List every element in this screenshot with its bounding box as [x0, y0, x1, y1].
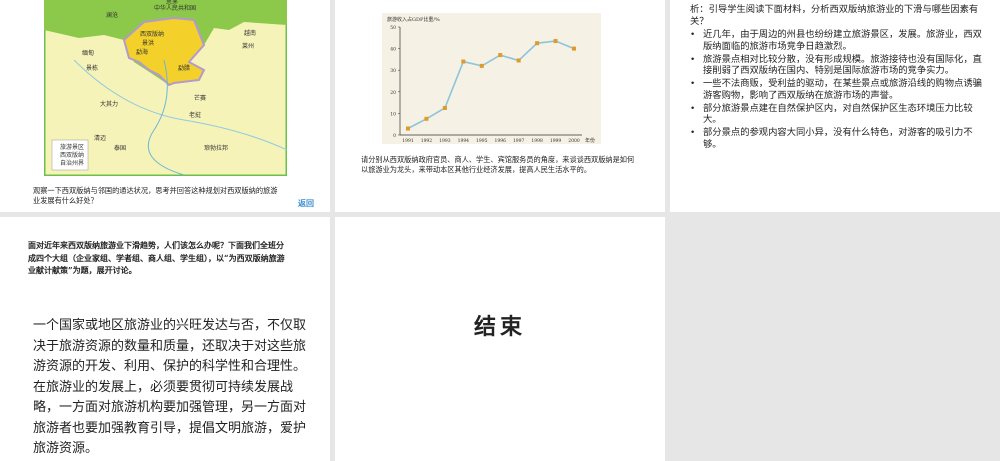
- map-label-daqili: 大其力: [100, 100, 118, 108]
- map-label-xsbn: 西双版纳: [140, 30, 164, 38]
- slide-thumbnail-end[interactable]: 结束: [335, 217, 665, 461]
- list-item: 一些不法商贩，受利益的驱动，在某些景点或旅游沿线的购物点诱骗游客购物，影响了西双…: [690, 78, 985, 101]
- map-label-vietnam: 越南: [244, 29, 256, 37]
- data-point: [516, 58, 521, 63]
- x-tick-label: 1993: [439, 138, 451, 144]
- map-label-laizhou: 莱州: [242, 42, 254, 50]
- x-tick-label: 1994: [458, 138, 470, 144]
- x-tick-label: 1996: [494, 138, 506, 144]
- x-tick-label: 1999: [550, 138, 562, 144]
- line-chart: 旅游收入占GDP比重/% 年份 0 10 20 30 40 50 1991 1992 1993 1…: [387, 16, 595, 144]
- map-label-thailand: 泰国: [114, 144, 126, 152]
- end-title: 结束: [473, 314, 526, 340]
- y-tick-label: 10: [390, 111, 396, 117]
- y-tick-label: 50: [390, 25, 396, 31]
- slide-caption: 观察一下西双版纳与邻国的通达状况，思考并回答这种规划对西双版纳的旅游业发展有什么…: [33, 186, 278, 205]
- map-label-menghai: 勐海: [136, 48, 148, 56]
- slide-thumbnail-map[interactable]: 中华人民共和国 思茅 澜沧 西双版纳 景洪 勐海 勐腊 缅甸 景栋 大其力 清迈…: [0, 0, 330, 212]
- y-axis-label: 旅游收入占GDP比重/%: [387, 16, 440, 23]
- data-point: [535, 41, 540, 46]
- map-label-langbo: 琅勃拉邦: [204, 144, 228, 152]
- factor-list: 近几年，由于周边的州县也纷纷建立旅游景区，发展。旅游业，西双版纳面临的旅游市场竞…: [690, 29, 985, 150]
- x-tick-label: 1992: [421, 138, 433, 144]
- y-tick-label: 40: [390, 47, 396, 53]
- y-tick-label: 20: [390, 90, 396, 96]
- summary-text: 一个国家或地区旅游业的兴旺发达与否，不仅取决于旅游资源的数量和质量，还取决于对这…: [33, 318, 307, 456]
- data-point: [553, 39, 558, 44]
- map-label-myanmar: 缅甸: [82, 49, 94, 57]
- map-label-mangxi: 芒赛: [194, 94, 206, 102]
- x-tick-label: 1997: [513, 138, 525, 144]
- slide-thumbnail-chart[interactable]: 旅游收入占GDP比重/% 年份 0 10 20 30 40 50 1991 1992 1993 1…: [335, 0, 665, 212]
- legend-item: 西双版纳: [60, 151, 84, 159]
- data-point: [498, 53, 503, 58]
- data-point: [461, 59, 466, 64]
- x-tick-label: 1991: [402, 138, 414, 144]
- x-tick-label: 2000: [568, 138, 580, 144]
- tourism-gdp-chart: 旅游收入占GDP比重/% 年份 0 10 20 30 40 50 1991 1992 1993 1…: [382, 13, 601, 144]
- map-label-laos: 老挝: [189, 111, 201, 119]
- legend-item: 旅游景区: [60, 143, 84, 151]
- data-point: [424, 116, 429, 121]
- map-label-simao: 思茅: [166, 0, 178, 6]
- slide-thumbnail-discussion[interactable]: 面对近年来西双版纳旅游业下滑趋势，人们该怎么办呢？下面我们全班分成四个大组（企业…: [0, 217, 330, 461]
- map-label-lancang: 澜沧: [106, 11, 118, 19]
- series-line: [407, 40, 575, 130]
- x-axis-label: 年份: [585, 137, 595, 144]
- xishuangbanna-map: 中华人民共和国 思茅 澜沧 西双版纳 景洪 勐海 勐腊 缅甸 景栋 大其力 清迈…: [44, 0, 287, 176]
- list-item: 近几年，由于周边的州县也纷纷建立旅游景区，发展。旅游业，西双版纳面临的旅游市场竞…: [690, 29, 985, 52]
- y-tick-label: 30: [390, 68, 396, 74]
- list-item: 旅游景点相对比较分散，没有形成规模。旅游接待也没有国际化，直接削弱了西双版纳在国…: [690, 54, 985, 77]
- analysis-intro: 析：引导学生阅读下面材料，分析西双版纳旅游业的下滑与哪些因素有关？: [690, 4, 979, 26]
- data-point: [442, 106, 447, 110]
- data-point: [572, 46, 576, 51]
- map-label-mengla: 勐腊: [178, 64, 190, 72]
- back-button[interactable]: 返回: [298, 198, 314, 209]
- data-point: [479, 63, 484, 68]
- slide-caption: 请分别从西双版纳政府官员、商人、学生、宾馆服务员的角度，来谈谈西双版纳是如何以旅…: [361, 155, 635, 174]
- x-tick-label: 1998: [531, 138, 543, 144]
- data-point: [406, 126, 410, 131]
- map-label-qingmai: 清迈: [94, 134, 106, 142]
- legend-item: 自治州界: [60, 159, 84, 167]
- x-tick-label: 1995: [476, 138, 488, 144]
- map-label-jingdong: 景栋: [86, 64, 98, 72]
- slide-thumbnail-analysis[interactable]: 析：引导学生阅读下面材料，分析西双版纳旅游业的下滑与哪些因素有关？ 近几年，由于…: [670, 0, 1000, 212]
- discussion-question: 面对近年来西双版纳旅游业下滑趋势，人们该怎么办呢？下面我们全班分成四个大组（企业…: [28, 240, 285, 275]
- map-label-jinghong: 景洪: [142, 39, 154, 47]
- list-item: 部分景点的参观内容大同小异，没有什么特色，对游客的吸引力不够。: [690, 127, 985, 150]
- y-tick-label: 0: [393, 133, 396, 139]
- list-item: 部分旅游景点建在自然保护区内，对自然保护区生态环境压力比较大。: [690, 103, 985, 126]
